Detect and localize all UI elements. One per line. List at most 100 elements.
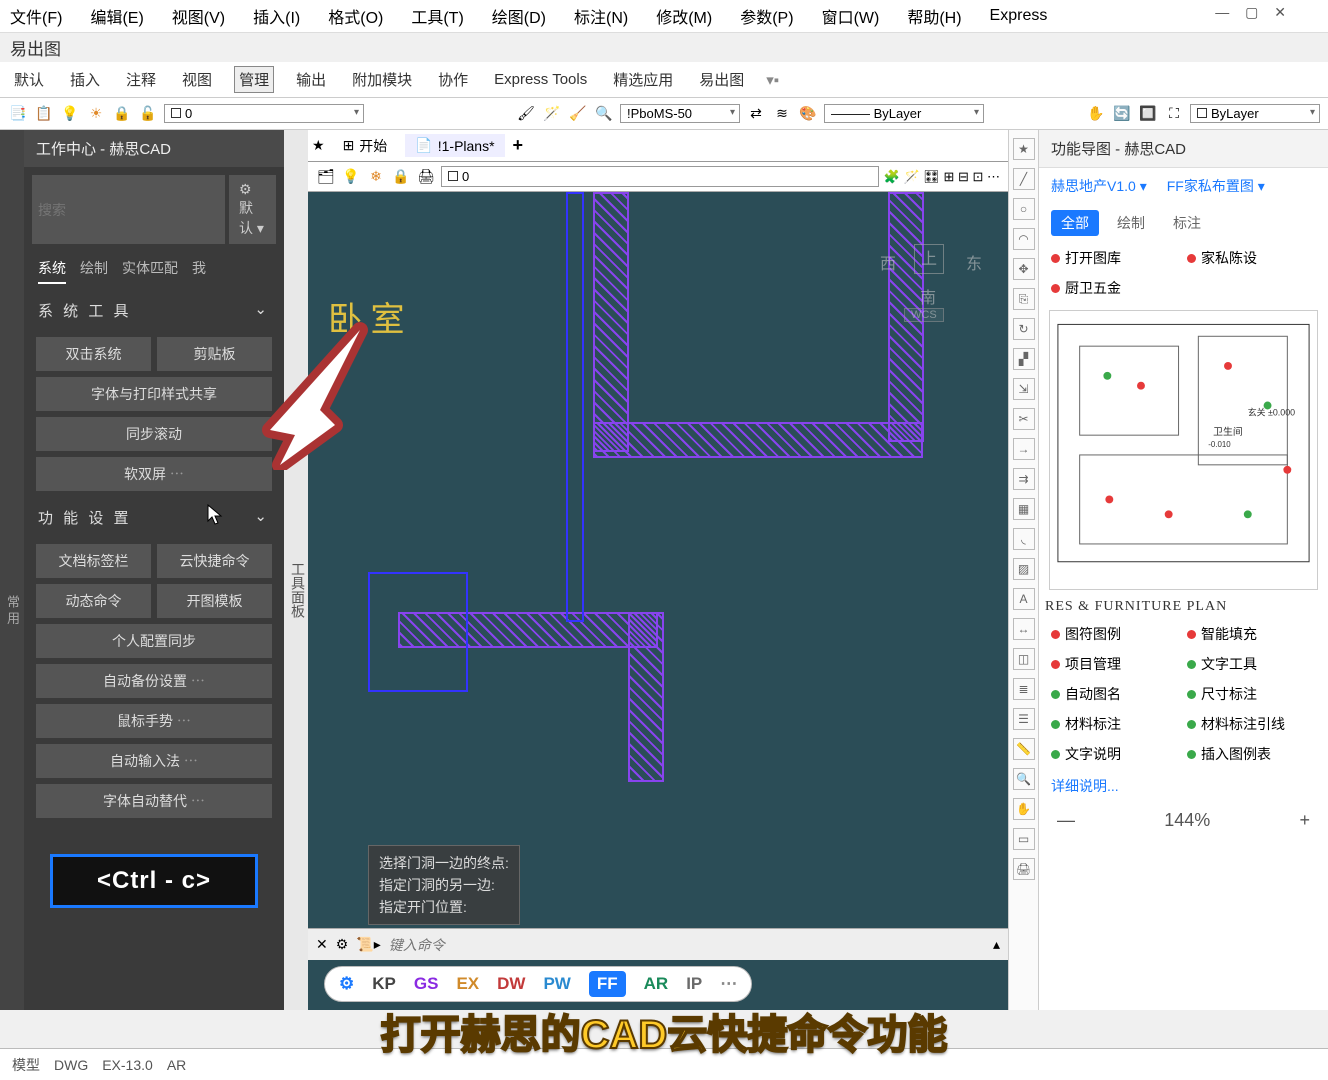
drawing-viewport[interactable]: 卧 室 上 西 东 南 WCS: [308, 192, 1008, 1010]
qc-ex[interactable]: EX: [456, 974, 479, 994]
btn-font-plotstyle-share[interactable]: 字体与打印样式共享: [36, 377, 272, 411]
wcs-badge[interactable]: WCS: [904, 308, 944, 322]
ribbon-featured[interactable]: 精选应用: [609, 67, 677, 92]
menu-insert[interactable]: 插入(I): [253, 4, 300, 28]
window-controls[interactable]: — ▢ ✕: [1215, 4, 1292, 21]
menu-modify[interactable]: 修改(M): [656, 4, 712, 28]
new-tab-button[interactable]: +: [513, 135, 524, 156]
command-input[interactable]: [389, 937, 985, 953]
chip-all[interactable]: 全部: [1051, 210, 1099, 236]
options-icon[interactable]: ⚙: [336, 936, 349, 953]
qc-gs[interactable]: GS: [414, 974, 439, 994]
menu-file[interactable]: 文件(F): [10, 4, 62, 28]
sun-icon[interactable]: ☀: [86, 104, 106, 124]
detail-link[interactable]: 详细说明...: [1039, 770, 1328, 802]
doc-tab-file[interactable]: 📄 !1-Plans*: [405, 134, 504, 157]
ribbon-insert[interactable]: 插入: [66, 67, 104, 92]
btn-sync-scroll[interactable]: 同步滚动: [36, 417, 272, 451]
nav-layout-icon[interactable]: ▭: [1013, 828, 1035, 850]
ltypescale-icon[interactable]: ⇄: [746, 104, 766, 124]
nav-mirror-icon[interactable]: ▞: [1013, 348, 1035, 370]
purge-icon[interactable]: 🧹: [568, 104, 588, 124]
ribbon-express[interactable]: Express Tools: [490, 69, 591, 90]
cmdline-expand-icon[interactable]: ▴: [993, 936, 1000, 953]
nav-props-icon[interactable]: ☰: [1013, 708, 1035, 730]
btn-soft-dual-screen[interactable]: 软双屏: [36, 457, 272, 491]
ribbon-annotate[interactable]: 注释: [122, 67, 160, 92]
bulb-on-icon[interactable]: 💡: [60, 104, 80, 124]
work-center-search[interactable]: [32, 175, 225, 244]
vtab-common[interactable]: 常 用: [1, 585, 24, 635]
orbit-icon[interactable]: 🔄: [1112, 104, 1132, 124]
qc-pw[interactable]: PW: [543, 974, 570, 994]
close-cmdline-icon[interactable]: ✕: [316, 936, 328, 953]
history-icon[interactable]: 📜▸: [356, 936, 380, 953]
nav-print-icon[interactable]: 🖨: [1013, 858, 1035, 880]
layer-quick-dropdown[interactable]: 0: [441, 166, 879, 187]
quick-cmd-gear-icon[interactable]: ⚙: [339, 974, 354, 994]
wc-tab-draw[interactable]: 绘制: [80, 258, 108, 284]
lineweight-dropdown[interactable]: ——— ByLayer: [824, 104, 984, 123]
nav-rotate-icon[interactable]: ↻: [1013, 318, 1035, 340]
feat-text-tool[interactable]: 文字工具: [1187, 654, 1307, 674]
layout-tab-dwg[interactable]: DWG: [54, 1057, 88, 1073]
lock-icon[interactable]: 🔒: [112, 104, 132, 124]
lock2-icon[interactable]: 🔒: [391, 167, 411, 187]
layout-tab-ar[interactable]: AR: [167, 1057, 186, 1073]
section-system-tools[interactable]: 系 统 工 具⌄: [24, 290, 284, 331]
isolate-icon[interactable]: 🔍: [594, 104, 614, 124]
btn-auto-backup-settings[interactable]: 自动备份设置: [36, 664, 272, 698]
qc-ar[interactable]: AR: [644, 974, 669, 994]
nav-text-icon[interactable]: A: [1013, 588, 1035, 610]
layer-extra-icons[interactable]: 🧩 🪄 🎛 ⊞ ⊟ ⊡ ⋯: [884, 169, 1000, 185]
feat-insert-legend-table[interactable]: 插入图例表: [1187, 744, 1307, 764]
pan-icon[interactable]: ✋: [1086, 104, 1106, 124]
feat-dim-annot[interactable]: 尺寸标注: [1187, 684, 1307, 704]
nav-block-icon[interactable]: ◫: [1013, 648, 1035, 670]
ribbon-default[interactable]: 默认: [10, 67, 48, 92]
menu-express[interactable]: Express: [990, 7, 1048, 25]
zoom-out-button[interactable]: —: [1057, 810, 1075, 831]
feat-text-note[interactable]: 文字说明: [1051, 744, 1171, 764]
nav-extend-icon[interactable]: →: [1013, 438, 1035, 460]
wc-tab-me[interactable]: 我: [192, 258, 206, 284]
qc-kp[interactable]: KP: [372, 974, 396, 994]
feat-project-mgmt[interactable]: 项目管理: [1051, 654, 1171, 674]
feat-furniture[interactable]: 家私陈设: [1187, 248, 1307, 268]
nav-copy-icon[interactable]: ⎘: [1013, 288, 1035, 310]
btn-drawing-template[interactable]: 开图模板: [157, 584, 272, 618]
doc-tab-start[interactable]: ⊞ 开始: [333, 133, 398, 159]
menu-window[interactable]: 窗口(W): [822, 4, 880, 28]
qc-overflow-icon[interactable]: ⋯: [720, 974, 737, 994]
feat-auto-title[interactable]: 自动图名: [1051, 684, 1171, 704]
btn-doc-tab-bar[interactable]: 文档标签栏: [36, 544, 151, 578]
ribbon-manage[interactable]: 管理: [234, 66, 274, 93]
bulb-icon[interactable]: 💡: [341, 167, 361, 187]
btn-dynamic-cmd[interactable]: 动态命令: [36, 584, 151, 618]
menu-params[interactable]: 参数(P): [740, 4, 793, 28]
favorite-icon[interactable]: ★: [312, 137, 325, 154]
qc-ff[interactable]: FF: [589, 971, 626, 997]
nav-pan2-icon[interactable]: ✋: [1013, 798, 1035, 820]
ribbon-view[interactable]: 视图: [178, 67, 216, 92]
ribbon-overflow-icon[interactable]: ▾▪: [766, 71, 779, 89]
feat-open-library[interactable]: 打开图库: [1051, 248, 1171, 268]
chip-draw[interactable]: 绘制: [1107, 210, 1155, 236]
nav-scale-icon[interactable]: ⇲: [1013, 378, 1035, 400]
nav-arc-icon[interactable]: ◠: [1013, 228, 1035, 250]
wc-tab-entity-match[interactable]: 实体匹配: [122, 258, 178, 284]
layer-manager-icon[interactable]: 📋: [34, 104, 54, 124]
feat-kitchen-hardware[interactable]: 厨卫五金: [1051, 278, 1171, 298]
layout-tab-model[interactable]: 模型: [12, 1055, 40, 1075]
layer-dropdown[interactable]: 0: [164, 104, 364, 123]
layer-state-icon[interactable]: 📑: [8, 104, 28, 124]
match-icon[interactable]: 🖌: [516, 104, 536, 124]
menu-edit[interactable]: 编辑(E): [90, 4, 143, 28]
zoom-in-button[interactable]: +: [1299, 810, 1310, 831]
ribbon-easyplot[interactable]: 易出图: [695, 67, 748, 92]
feat-symbol-legend[interactable]: 图符图例: [1051, 624, 1171, 644]
nav-hatch-icon[interactable]: ▨: [1013, 558, 1035, 580]
btn-clipboard[interactable]: 剪贴板: [157, 337, 272, 371]
chip-annotate[interactable]: 标注: [1163, 210, 1211, 236]
section-function-settings[interactable]: 功 能 设 置⌄: [24, 497, 284, 538]
